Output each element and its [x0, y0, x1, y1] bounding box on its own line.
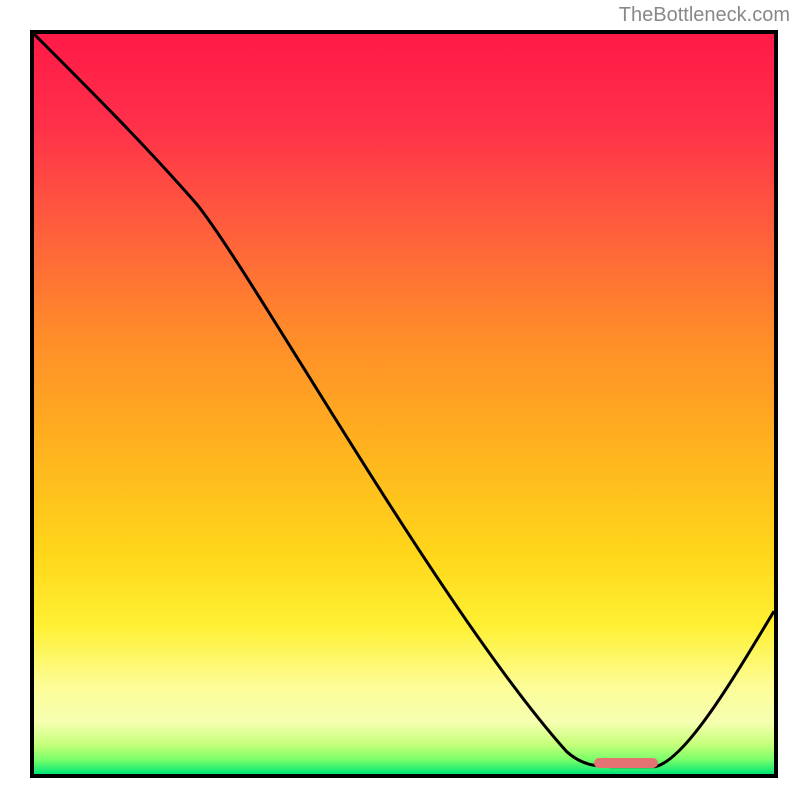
plot-area [30, 30, 778, 778]
optimal-range-marker [594, 758, 657, 768]
chart-container: TheBottleneck.com [0, 0, 800, 800]
bottleneck-curve [34, 34, 774, 774]
watermark-text: TheBottleneck.com [619, 4, 790, 27]
